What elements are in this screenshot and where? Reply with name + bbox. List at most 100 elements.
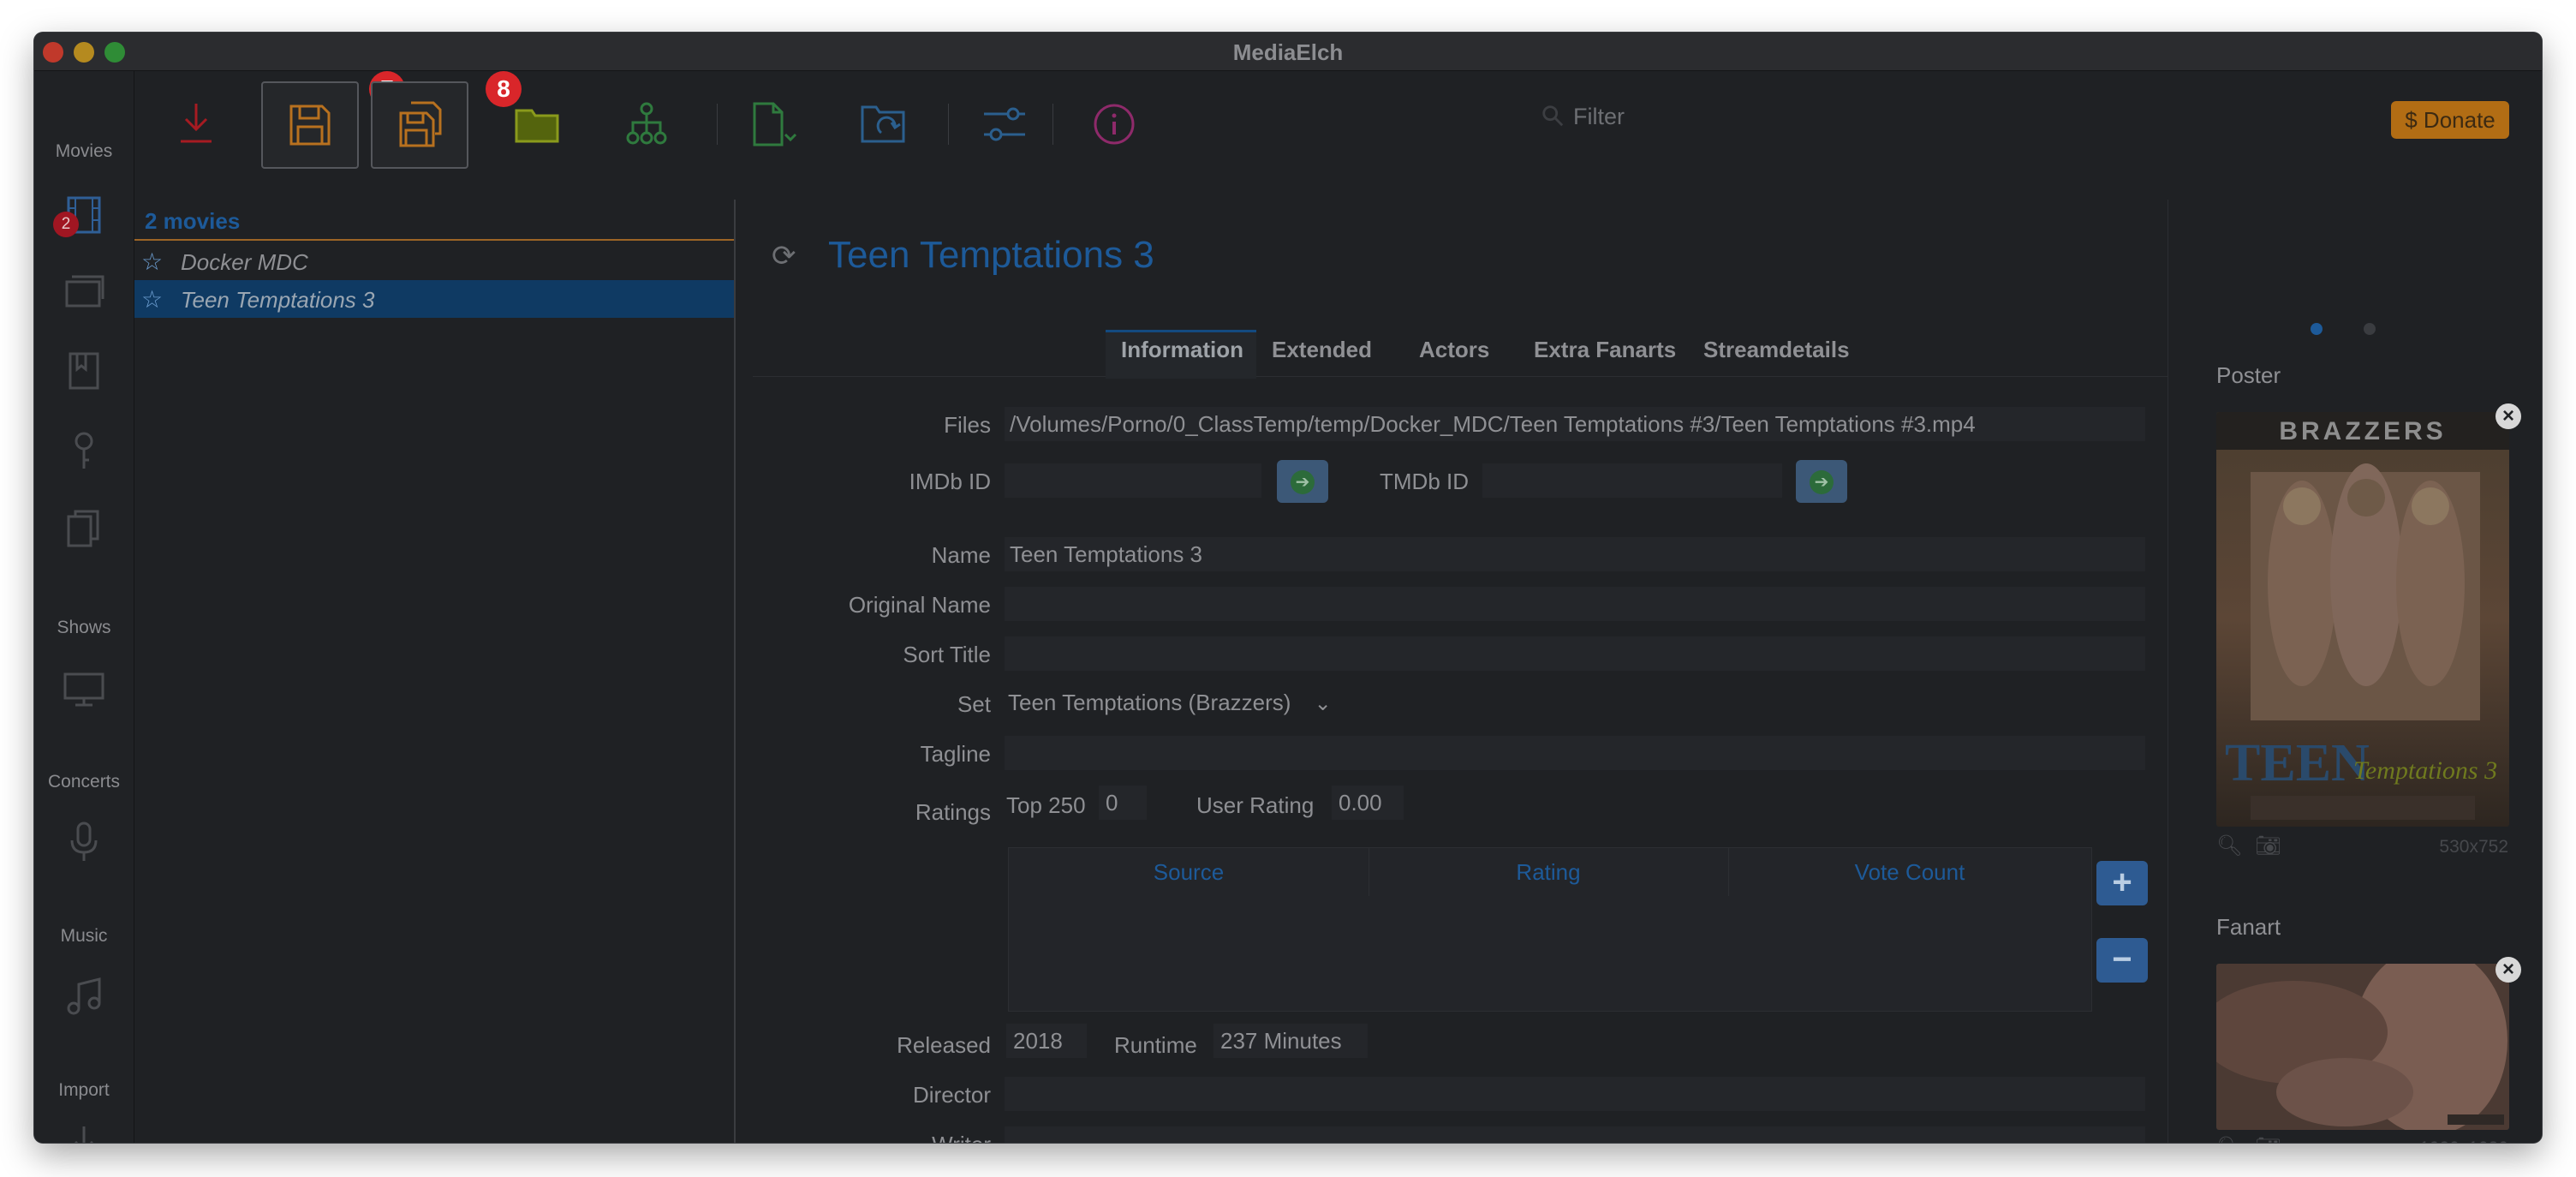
about-button[interactable]: [1066, 81, 1162, 167]
images-panel: Poster BRAZZERS TEEN Temptations 3 × 🔍︎ …: [2168, 200, 2542, 1143]
tab-information[interactable]: Information: [1121, 337, 1243, 363]
list-item[interactable]: ☆ Docker MDC: [134, 242, 734, 280]
nav-item-concerts[interactable]: [60, 818, 108, 866]
nav-item-genres[interactable]: [60, 347, 108, 395]
settings-button[interactable]: [957, 81, 1052, 167]
add-rating-button[interactable]: +: [2096, 861, 2148, 905]
toolbar-separator: [1052, 104, 1053, 145]
runtime-field[interactable]: 237 Minutes: [1213, 1024, 1368, 1058]
remove-poster-button[interactable]: ×: [2496, 403, 2521, 429]
reload-icon[interactable]: ⟳: [772, 239, 796, 273]
imdb-id-label: IMDb ID: [909, 469, 991, 494]
imdb-open-button[interactable]: ➔: [1277, 460, 1328, 503]
monitor-icon: [63, 672, 104, 707]
tab-actors[interactable]: Actors: [1419, 337, 1489, 363]
remove-rating-button[interactable]: −: [2096, 938, 2148, 983]
key-icon: [75, 432, 93, 469]
movie-title-text: Teen Temptations 3: [181, 287, 375, 313]
multiple-floppy-disks-icon: [399, 101, 442, 147]
nav-item-duplicates[interactable]: [60, 505, 108, 553]
column-header-rating[interactable]: Rating: [1368, 848, 1729, 896]
list-divider: [134, 239, 734, 241]
zoom-icon[interactable]: 🔍︎: [2216, 1136, 2242, 1143]
poster-brand-text: BRAZZERS: [2279, 417, 2446, 445]
fanart-label: Fanart: [2216, 914, 2281, 940]
writer-label: Writer: [736, 1132, 991, 1143]
sort-title-field[interactable]: [1005, 636, 2145, 671]
poster-resolution: 530x752: [2439, 837, 2508, 857]
released-field[interactable]: 2018: [1006, 1024, 1087, 1058]
donate-button[interactable]: $ Donate: [2391, 101, 2509, 139]
original-name-field[interactable]: [1005, 587, 2145, 621]
page-dot[interactable]: [2364, 323, 2376, 335]
top250-label: Top 250: [1006, 792, 1086, 818]
download-arrow-icon: [181, 104, 212, 143]
page-title: Teen Temptations 3: [828, 234, 1154, 276]
column-header-source[interactable]: Source: [1009, 848, 1369, 896]
top250-field[interactable]: 0: [1099, 786, 1147, 820]
nav-section-shows: Shows: [57, 618, 111, 637]
reload-folder-button[interactable]: [835, 81, 931, 167]
book-icon: [69, 352, 99, 390]
detail-tabs: Information Extended Actors Extra Fanart…: [753, 330, 2168, 379]
nav-item-certifications[interactable]: [60, 426, 108, 474]
export-button[interactable]: [725, 81, 821, 167]
open-folder-button[interactable]: [489, 81, 585, 167]
save-button[interactable]: [261, 81, 359, 169]
microphone-icon: [70, 822, 98, 861]
zoom-icon[interactable]: 🔍︎: [2216, 834, 2242, 857]
imdb-id-field[interactable]: [1005, 463, 1261, 498]
user-rating-label: User Rating: [1196, 792, 1315, 818]
nav-item-music[interactable]: [60, 972, 108, 1020]
titlebar: MediaElch: [34, 33, 2542, 71]
filter-input[interactable]: [1571, 97, 1935, 136]
music-note-icon: [67, 977, 101, 1015]
filter-field[interactable]: [1541, 97, 1969, 136]
files-label: Files: [944, 412, 991, 438]
original-name-label: Original Name: [848, 592, 991, 618]
movies-count-badge: 2: [53, 212, 79, 237]
tab-extended[interactable]: Extended: [1272, 337, 1372, 363]
director-field[interactable]: [1005, 1077, 2145, 1111]
nav-item-import[interactable]: [60, 1120, 108, 1143]
arrow-right-icon: ➔: [1291, 470, 1315, 494]
name-field[interactable]: Teen Temptations 3: [1005, 537, 2145, 571]
ratings-table: Source Rating Vote Count: [1008, 847, 2092, 1012]
folder-refresh-icon: [861, 105, 905, 143]
tmdb-id-field[interactable]: [1482, 463, 1782, 498]
fanart-image[interactable]: [2216, 964, 2509, 1130]
remove-fanart-button[interactable]: ×: [2496, 957, 2521, 983]
poster-actions: 🔍︎ 📷︎: [2216, 833, 2281, 858]
writer-field[interactable]: [1005, 1126, 2145, 1143]
tmdb-open-button[interactable]: ➔: [1796, 460, 1847, 503]
poster-image[interactable]: BRAZZERS TEEN Temptations 3: [2216, 412, 2509, 827]
set-select-value: Teen Temptations (Brazzers): [1008, 690, 1291, 715]
star-icon[interactable]: ☆: [141, 285, 163, 314]
stacked-windows-icon: [65, 275, 104, 308]
save-all-button[interactable]: [371, 81, 468, 169]
network-tree-icon: [626, 102, 667, 145]
scrape-button[interactable]: [148, 81, 244, 167]
nav-item-tv-shows[interactable]: [60, 664, 108, 712]
ratings-label: Ratings: [915, 799, 991, 825]
list-item-selected[interactable]: ☆ Teen Temptations 3: [134, 280, 734, 318]
page-dot-active[interactable]: [2311, 323, 2323, 335]
nav-section-movies: Movies: [55, 141, 113, 161]
download-tray-icon: [75, 1126, 93, 1143]
nav-section-concerts: Concerts: [47, 772, 121, 792]
director-label: Director: [912, 1082, 991, 1108]
tab-streamdetails[interactable]: Streamdetails: [1703, 337, 1850, 363]
info-circle-icon: [1094, 104, 1135, 145]
column-header-vote-count[interactable]: Vote Count: [1728, 848, 2091, 896]
nav-item-movie-sets[interactable]: [60, 268, 108, 316]
tagline-field[interactable]: [1005, 736, 2145, 770]
set-select[interactable]: Teen Temptations (Brazzers) ⌄: [1008, 690, 1332, 716]
star-icon[interactable]: ☆: [141, 248, 163, 276]
sync-kodi-button[interactable]: [599, 81, 695, 167]
tab-extra-fanarts[interactable]: Extra Fanarts: [1534, 337, 1676, 363]
camera-icon[interactable]: 📷︎: [2255, 834, 2281, 857]
name-label: Name: [931, 542, 991, 568]
camera-icon[interactable]: 📷︎: [2255, 1136, 2281, 1143]
set-label: Set: [957, 691, 991, 717]
user-rating-field[interactable]: 0.00: [1332, 786, 1404, 820]
